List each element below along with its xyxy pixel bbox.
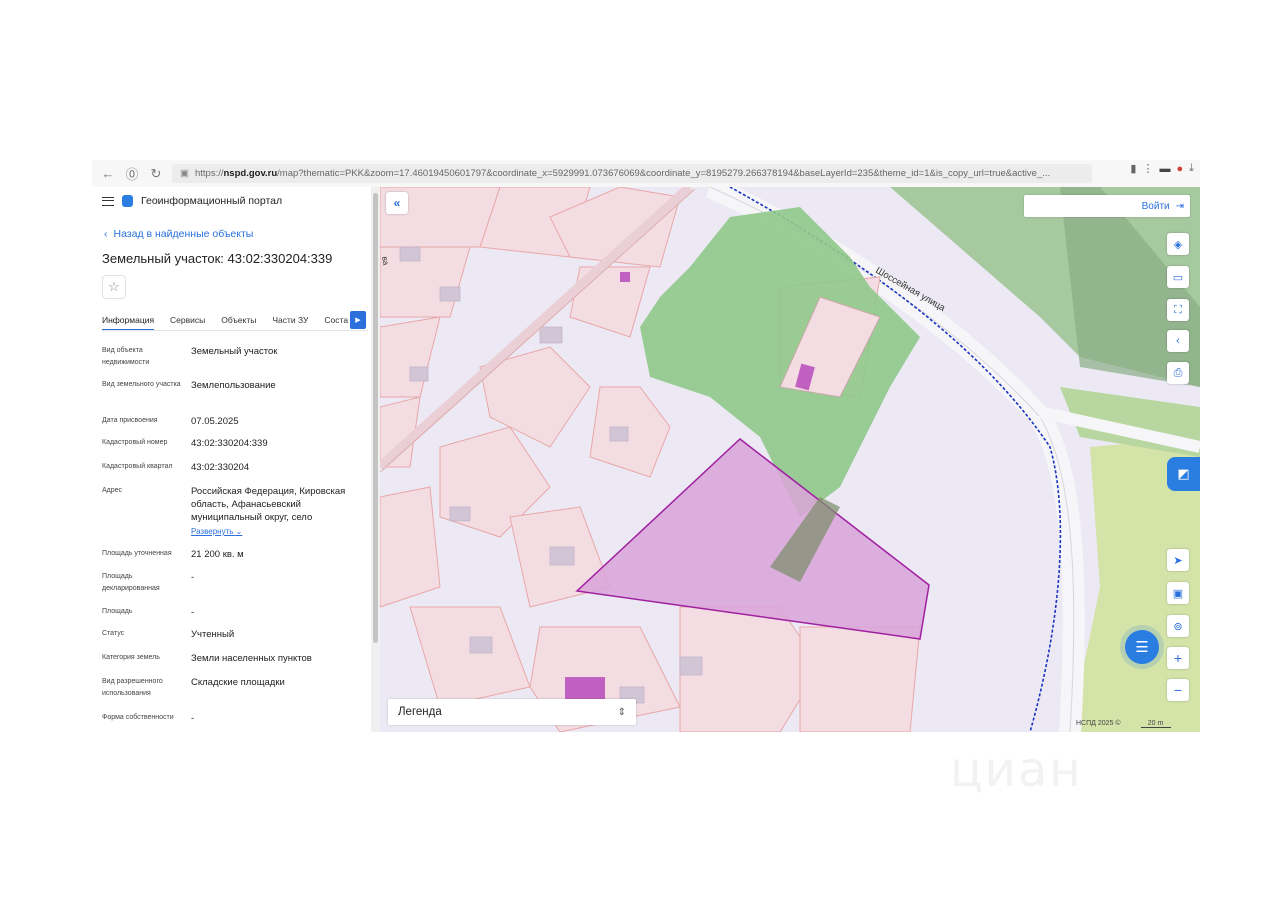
chat-support-icon[interactable]: ☰	[1125, 630, 1159, 664]
field-key: Площадь декларированная	[102, 573, 160, 592]
toolbar-right: ▮ ⋮ ▬ ● ⤓	[1130, 162, 1194, 175]
zoom-out-button[interactable]: −	[1167, 679, 1189, 701]
location-pin-icon[interactable]: ⊚	[1167, 615, 1189, 637]
download-icon[interactable]: ⤓	[1189, 162, 1194, 175]
url-domain: nspd.gov.ru	[223, 168, 278, 179]
field-value: Земельный участок	[191, 346, 278, 357]
field-key: Площадь	[102, 608, 133, 615]
back-arrow-icon[interactable]: ←	[96, 162, 120, 186]
url-prefix: https://	[194, 168, 224, 179]
map-canvas[interactable]: Шоссейная улица ва « Войти ⇥ ◈ ▭ ⛶ ‹ ⎙ ◩…	[380, 187, 1200, 732]
tab-services[interactable]: Сервисы	[170, 311, 205, 330]
favorite-star-icon[interactable]: ☆	[102, 275, 126, 299]
field-value: -	[191, 607, 195, 618]
tab-composition[interactable]: Соста	[324, 311, 348, 330]
scale-bar: 20 m	[1140, 720, 1171, 728]
field-value: Землепользование	[191, 380, 276, 391]
zoom-in-button[interactable]: +	[1167, 647, 1189, 669]
browser-toolbar: ← ⓪ ↻ ▣ https://nspd.gov.ru/map?thematic…	[92, 160, 1200, 187]
back-to-results-link[interactable]: ‹ Назад в найденные объекты	[104, 228, 253, 240]
yandex-icon[interactable]: ⓪	[120, 162, 144, 186]
login-button[interactable]: Войти ⇥	[1024, 195, 1190, 217]
geolocation-icon[interactable]: ➤	[1167, 549, 1189, 571]
expand-link[interactable]: Развернуть ⌄	[191, 525, 363, 538]
scrollbar-thumb[interactable]	[373, 193, 378, 643]
lock-icon: ▣	[180, 168, 189, 179]
field-value: 43:02:330204	[191, 462, 250, 473]
bookmark-icon[interactable]: ▮	[1130, 162, 1136, 175]
field-value: 43:02:330204:339	[191, 438, 268, 449]
shield-icon[interactable]: ▬	[1159, 163, 1170, 175]
layers-icon[interactable]: ◈	[1167, 233, 1189, 255]
attribution-text: НСПД 2025 ©	[1076, 720, 1121, 727]
expand-label: Развернуть	[191, 527, 234, 536]
field-value: -	[191, 572, 195, 583]
field-value: Российская Федерация, Кировская область,…	[191, 486, 346, 523]
field-value: Земли населенных пунктов	[191, 653, 312, 664]
select-area-icon[interactable]: ⛶	[1167, 299, 1189, 321]
menu-dots-icon[interactable]: ⋮	[1142, 162, 1153, 175]
field-key: Кадастровый номер	[102, 439, 168, 446]
extension-icon[interactable]: ●	[1176, 163, 1183, 175]
hamburger-menu-icon[interactable]	[102, 196, 114, 206]
share-icon[interactable]: ‹	[1167, 330, 1189, 352]
portal-logo-icon	[122, 195, 133, 207]
chevron-updown-icon: ⇕	[617, 706, 626, 718]
tab-parts[interactable]: Части ЗУ	[272, 311, 308, 330]
field-key: Статус	[102, 630, 125, 637]
field-value: 07.05.2025	[191, 416, 239, 427]
minimap-icon[interactable]: ▣	[1167, 582, 1189, 604]
chevron-left-icon: ‹	[104, 228, 108, 240]
map-attribution: НСПД 2025 © 20 m	[1076, 720, 1171, 728]
field-key: Кадастровый квартал	[102, 463, 173, 470]
field-value: Учтенный	[191, 629, 235, 640]
chevron-down-icon: ⌄	[235, 527, 243, 536]
watermark: циан	[950, 742, 1083, 798]
side-panel-tab-icon[interactable]: ◩	[1167, 457, 1200, 491]
field-value: 21 200 кв. м	[191, 549, 244, 560]
field-key: Вид земельного участка	[102, 381, 181, 388]
sidebar-scrollbar[interactable]	[371, 187, 380, 732]
reload-icon[interactable]: ↻	[144, 162, 168, 186]
field-key: Вид объекта недвижимости	[102, 347, 150, 366]
url-rest: /map?thematic=PKK&zoom=17.46019450601797…	[277, 168, 1051, 179]
field-key: Форма собственности	[102, 714, 174, 721]
portal-header: Геоинформационный портал	[102, 195, 282, 207]
field-value: Складские площадки	[191, 677, 285, 688]
tab-information[interactable]: Информация	[102, 311, 155, 330]
legend-dropdown[interactable]: Легенда ⇕	[388, 699, 636, 725]
map-layer: Шоссейная улица ва	[380, 187, 1200, 732]
field-key: Категория земель	[102, 654, 160, 661]
building-highlight-small	[620, 272, 630, 282]
field-key: Вид разрешенного использования	[102, 678, 163, 697]
field-key: Дата присвоения	[102, 417, 158, 424]
sidebar: Геоинформационный портал ‹ Назад в найде…	[92, 187, 380, 732]
ruler-icon[interactable]: ▭	[1167, 266, 1189, 288]
print-icon[interactable]: ⎙	[1167, 362, 1189, 384]
login-label: Войти	[1141, 200, 1170, 212]
address-bar[interactable]: ▣ https://nspd.gov.ru/map?thematic=PKK&z…	[172, 164, 1092, 183]
field-key: Адрес	[102, 487, 123, 494]
tab-scroll-right-icon[interactable]: ▶	[350, 311, 366, 329]
field-key: Площадь уточненная	[102, 550, 172, 557]
login-icon: ⇥	[1175, 200, 1184, 212]
back-link-label: Назад в найденные объекты	[113, 228, 254, 240]
tab-objects[interactable]: Объекты	[221, 311, 256, 330]
field-value: -	[191, 713, 195, 724]
legend-label: Легенда	[398, 706, 442, 718]
collapse-sidebar-button[interactable]: «	[386, 192, 408, 214]
portal-title: Геоинформационный портал	[141, 195, 283, 207]
object-title: Земельный участок: 43:02:330204:339	[102, 251, 333, 266]
tab-bar: Информация Сервисы Объекты Части ЗУ Сост…	[102, 311, 368, 331]
browser-window: ← ⓪ ↻ ▣ https://nspd.gov.ru/map?thematic…	[92, 160, 1200, 732]
